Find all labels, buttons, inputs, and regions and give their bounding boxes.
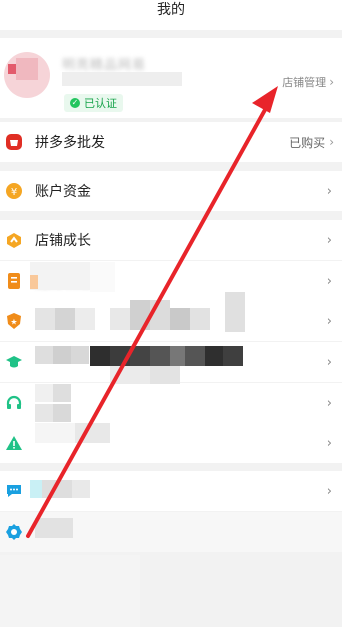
chevron-right-icon: ›	[326, 395, 332, 411]
chevron-right-icon: ›	[326, 313, 332, 329]
growth-icon	[5, 231, 23, 249]
shield-star-icon: ★	[5, 312, 23, 330]
chevron-right-icon: ›	[326, 354, 332, 370]
page-title: 我的	[157, 2, 185, 18]
chevron-right-icon: ›	[326, 273, 332, 289]
svg-text:¥: ¥	[11, 187, 17, 198]
chevron-right-icon: ›	[326, 232, 332, 248]
avatar[interactable]	[4, 52, 50, 98]
menu-item-wholesale[interactable]: 拼多多批发 已购买 ›	[0, 122, 342, 162]
menu-item-shop-growth[interactable]: 店铺成长 ›	[0, 220, 342, 260]
chevron-right-icon: ›	[326, 483, 332, 499]
chevron-right-icon: ›	[326, 435, 332, 451]
menu-item-5[interactable]: ★ ›	[0, 301, 342, 341]
svg-text:★: ★	[10, 318, 17, 327]
menu-label: 拼多多批发	[35, 135, 105, 151]
warning-icon	[5, 434, 23, 452]
check-icon: ✓	[70, 98, 80, 108]
menu-item-10[interactable]	[0, 512, 342, 552]
blurred-shop-info	[62, 72, 182, 86]
menu-label: 店铺成长	[35, 233, 91, 249]
headset-icon	[5, 394, 23, 412]
chevron-right-icon: ›	[329, 75, 334, 89]
settings-gear-icon	[5, 523, 23, 541]
document-icon	[5, 272, 23, 290]
profile-card[interactable]: 明亮精品网易 ✓ 已认证 店铺管理 ›	[0, 38, 342, 118]
graduation-cap-icon	[5, 353, 23, 371]
menu-right-text: 已购买 ›	[289, 135, 334, 150]
shop-manage-label: 店铺管理	[282, 76, 327, 89]
menu-item-account-funds[interactable]: ¥ 账户资金 ›	[0, 171, 342, 211]
chat-bubble-icon	[5, 482, 23, 500]
wholesale-icon	[5, 133, 23, 151]
shop-name: 明亮精品网易	[62, 58, 147, 73]
yuan-coin-icon: ¥	[5, 182, 23, 200]
menu-item-7[interactable]: ›	[0, 383, 342, 423]
verified-label: 已认证	[84, 97, 117, 110]
menu-label: 能力认证	[35, 274, 91, 290]
top-bar: 我的	[0, 0, 342, 30]
menu-label: 账户资金	[35, 184, 91, 200]
verified-badge: ✓ 已认证	[64, 94, 123, 112]
shop-manage-link[interactable]: 店铺管理 ›	[282, 74, 334, 90]
menu-item-certification[interactable]: 能力认证 ›	[0, 261, 342, 301]
chevron-right-icon: ›	[326, 183, 332, 199]
menu-item-8[interactable]: ›	[0, 423, 342, 463]
menu-item-9[interactable]: ›	[0, 471, 342, 511]
menu-item-6[interactable]: ›	[0, 342, 342, 382]
